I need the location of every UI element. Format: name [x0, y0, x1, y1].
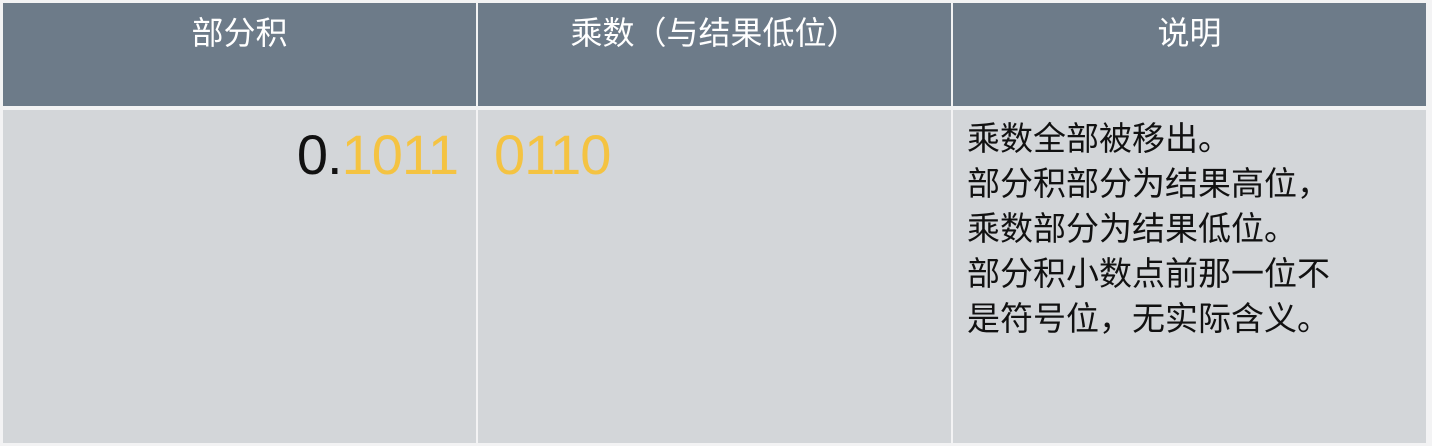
multiplier-value: 0110: [494, 123, 611, 186]
note-line: 部分积部分为结果高位，: [967, 164, 1330, 203]
partial-product-prefix: 0.: [296, 123, 343, 186]
explanation-notes: 乘数全部被移出。 部分积部分为结果高位， 乘数部分为结果低位。 部分积小数点前那…: [967, 116, 1407, 341]
cell-partial-product: 0.1011: [3, 110, 476, 443]
multiplication-step-table: 部分积 乘数（与结果低位） 说明 0.1011 0110 乘数全部被移出。 部分…: [3, 3, 1426, 443]
cell-multiplier: 0110: [478, 110, 951, 443]
header-explanation: 说明: [953, 3, 1426, 106]
note-line: 乘数部分为结果低位。: [967, 209, 1297, 248]
note-line: 部分积小数点前那一位不: [967, 254, 1330, 293]
header-partial-product: 部分积: [3, 3, 476, 106]
header-multiplier: 乘数（与结果低位）: [478, 3, 951, 106]
note-line: 乘数全部被移出。: [967, 119, 1231, 158]
note-line: 是符号位，无实际含义。: [967, 299, 1330, 338]
cell-explanation: 乘数全部被移出。 部分积部分为结果高位， 乘数部分为结果低位。 部分积小数点前那…: [953, 110, 1426, 443]
partial-product-bits: 1011: [341, 123, 459, 186]
partial-product-value: 0.1011: [296, 122, 459, 187]
